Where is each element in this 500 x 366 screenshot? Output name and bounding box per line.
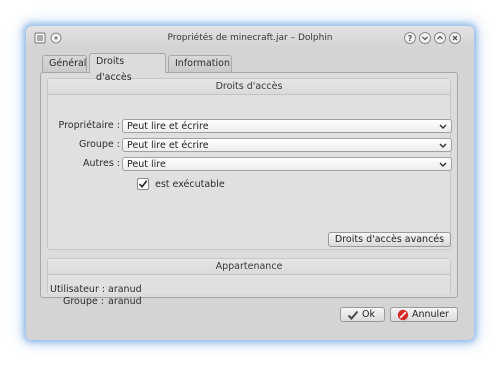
tab-information[interactable]: Information	[168, 55, 232, 72]
owner-group-label: Groupe :	[63, 296, 104, 307]
owner-group-value: aranud	[108, 296, 142, 307]
user-value: aranud	[108, 284, 142, 295]
close-icon	[452, 35, 458, 41]
owner-label: Propriétaire :	[58, 120, 120, 131]
svg-text:?: ?	[408, 34, 413, 43]
tab-general[interactable]: Général	[42, 55, 87, 72]
help-button[interactable]: ?	[404, 32, 416, 44]
chevron-down-icon	[439, 162, 447, 167]
access-rights-group: Droits d'accès Propriétaire : Peut lire …	[47, 78, 452, 250]
checkmark-icon	[138, 180, 148, 189]
cancel-label: Annuler	[412, 309, 449, 320]
executable-label: est exécutable	[155, 179, 225, 190]
checkmark-icon	[347, 310, 359, 320]
question-icon: ?	[408, 34, 413, 43]
cancel-icon	[397, 309, 409, 321]
group-permission-value: Peut lire et écrire	[127, 140, 209, 151]
group-label: Groupe :	[79, 139, 120, 150]
chevron-up-icon	[437, 35, 443, 40]
maximize-button[interactable]	[434, 32, 446, 44]
ok-label: Ok	[362, 309, 375, 320]
properties-dialog: Propriétés de minecraft.jar – Dolphin ? …	[26, 26, 474, 340]
minimize-button[interactable]	[419, 32, 431, 44]
executable-checkbox[interactable]	[137, 178, 149, 190]
tab-panel: Droits d'accès Propriétaire : Peut lire …	[40, 72, 458, 307]
user-label: Utilisateur :	[50, 284, 106, 295]
advanced-permissions-button[interactable]: Droits d'accès avancés	[328, 232, 451, 247]
owner-permission-select[interactable]: Peut lire et écrire	[122, 119, 452, 133]
group-permission-select[interactable]: Peut lire et écrire	[122, 138, 452, 152]
chevron-down-icon	[439, 124, 447, 129]
others-permission-select[interactable]: Peut lire	[122, 157, 452, 171]
chevron-down-icon	[422, 36, 428, 41]
ownership-title: Appartenance	[48, 259, 450, 275]
close-button[interactable]	[449, 32, 461, 44]
others-permission-value: Peut lire	[127, 159, 166, 170]
owner-permission-value: Peut lire et écrire	[127, 121, 209, 132]
ok-button[interactable]: Ok	[340, 307, 385, 322]
title-bar[interactable]: Propriétés de minecraft.jar – Dolphin ?	[26, 26, 474, 50]
cancel-button[interactable]: Annuler	[390, 307, 458, 322]
chevron-down-icon	[439, 143, 447, 148]
tab-access-rights[interactable]: Droits d'accès	[89, 53, 166, 83]
others-label: Autres :	[83, 158, 120, 169]
